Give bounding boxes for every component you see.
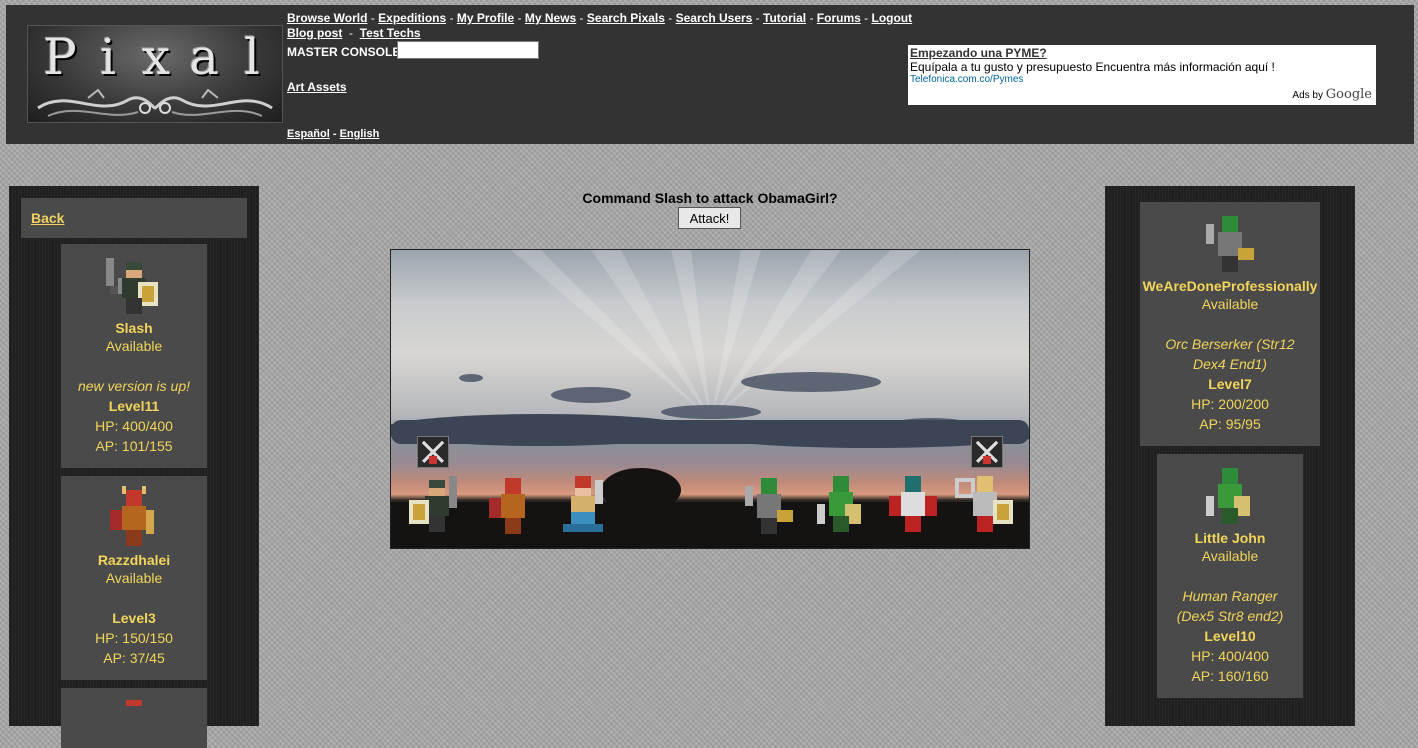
- pixal-ap: AP: 95/95: [1199, 416, 1261, 432]
- pixal-name[interactable]: Razzdhalei: [61, 552, 207, 568]
- pixal-name[interactable]: WeAreDoneProfessionally: [1140, 278, 1320, 294]
- pixal-card-partial[interactable]: [61, 688, 207, 748]
- site-header: Pixal Browse World - Expeditions - My Pr…: [6, 5, 1414, 144]
- pixal-note: Orc Berserker (Str12 Dex4 End1): [1165, 336, 1295, 372]
- nav-test-techs[interactable]: Test Techs: [360, 26, 421, 40]
- ads-by-google[interactable]: Ads by Google: [1292, 87, 1372, 102]
- pixal-card-razzdhalei[interactable]: Razzdhalei Available Level3 HP: 150/150 …: [61, 476, 207, 680]
- human-ranger-sprite-icon: [1206, 468, 1250, 524]
- shield-bearer-fighter-icon[interactable]: [953, 472, 1017, 536]
- pixal-card-wearedoneprofessionally[interactable]: WeAreDoneProfessionally Available Orc Be…: [1140, 202, 1320, 446]
- attack-prompt: Command Slash to attack ObamaGirl?: [582, 190, 838, 206]
- pixal-note: Human Ranger (Dex5 Str8 end2): [1176, 588, 1284, 624]
- art-assets-link[interactable]: Art Assets: [287, 80, 347, 94]
- secondary-nav: Blog post - Test Techs: [287, 26, 421, 40]
- lang-espanol-link[interactable]: Español: [287, 128, 330, 140]
- google-ad-banner[interactable]: Empezando una PYME? Equípala a tu gusto …: [908, 45, 1376, 105]
- mermaid-fighter-icon[interactable]: [551, 472, 615, 536]
- nav-my-profile[interactable]: My Profile: [457, 11, 514, 25]
- pixal-name[interactable]: Little John: [1157, 530, 1303, 546]
- pixal-level: Level11: [108, 398, 160, 414]
- pixal-name[interactable]: Slash: [61, 320, 207, 336]
- demon-fighter-icon[interactable]: [481, 474, 545, 538]
- lang-separator: -: [332, 128, 337, 140]
- pixal-status: Available: [105, 338, 163, 354]
- knight-fighter-icon[interactable]: [405, 472, 469, 536]
- pixal-logo[interactable]: Pixal: [27, 25, 283, 123]
- nav-search-users[interactable]: Search Users: [676, 11, 753, 25]
- ad-title[interactable]: Empezando una PYME?: [910, 46, 1047, 60]
- attack-button[interactable]: Attack!: [678, 207, 741, 229]
- back-box: Back: [21, 198, 247, 238]
- orc-berserker-sprite-icon: [1206, 216, 1254, 272]
- back-link[interactable]: Back: [31, 210, 64, 226]
- nav-search-pixals[interactable]: Search Pixals: [587, 11, 665, 25]
- nav-tutorial[interactable]: Tutorial: [763, 11, 806, 25]
- crossed-swords-icon[interactable]: [417, 436, 449, 468]
- ranger-fighter-icon[interactable]: [809, 472, 873, 536]
- nav-blog-post[interactable]: Blog post: [287, 26, 342, 40]
- pixal-hp: HP: 400/400: [95, 418, 173, 434]
- battle-arena: [390, 249, 1030, 549]
- main-nav: Browse World - Expeditions - My Profile …: [287, 11, 913, 25]
- pixal-level: Level10: [1204, 628, 1256, 644]
- nav-my-news[interactable]: My News: [525, 11, 576, 25]
- ad-url[interactable]: Telefonica.com.co/Pymes: [910, 74, 1023, 85]
- nav-logout[interactable]: Logout: [871, 11, 912, 25]
- pixal-card-slash[interactable]: Slash Available new version is up! Level…: [61, 244, 207, 468]
- pixal-ap: AP: 160/160: [1191, 668, 1269, 684]
- pixal-hp: HP: 200/200: [1191, 396, 1269, 412]
- pixal-card-little-john[interactable]: Little John Available Human Ranger (Dex5…: [1157, 454, 1303, 698]
- enemy-team-panel: WeAreDoneProfessionally Available Orc Be…: [1105, 186, 1355, 726]
- crossed-swords-icon[interactable]: [971, 436, 1003, 468]
- language-switcher: Español - English: [287, 128, 379, 140]
- pixal-ap: AP: 37/45: [103, 650, 165, 666]
- master-console-label: MASTER CONSOLE:: [287, 45, 405, 59]
- pixal-status: Available: [1201, 296, 1259, 312]
- red-warrior-fighter-icon[interactable]: [881, 472, 945, 536]
- pixal-note: new version is up!: [77, 378, 191, 394]
- nav-expeditions[interactable]: Expeditions: [378, 11, 446, 25]
- orc-berserker-fighter-icon[interactable]: [737, 474, 801, 538]
- partial-sprite-icon: [126, 700, 142, 706]
- nav-browse-world[interactable]: Browse World: [287, 11, 367, 25]
- ads-by-label: Ads by: [1292, 90, 1323, 101]
- ad-body: Equípala a tu gusto y presupuesto Encuen…: [910, 60, 1275, 74]
- pixal-status: Available: [105, 570, 163, 586]
- dragon-emblem-icon: [37, 88, 273, 117]
- pixal-hp: HP: 400/400: [1191, 648, 1269, 664]
- pixal-level: Level3: [112, 610, 156, 626]
- lang-english-link[interactable]: English: [340, 128, 380, 140]
- knight-sprite-icon: [106, 258, 158, 314]
- demon-warrior-sprite-icon: [110, 486, 154, 546]
- master-console-input[interactable]: [397, 41, 539, 59]
- nav-forums[interactable]: Forums: [817, 11, 861, 25]
- pixal-level: Level7: [1208, 376, 1252, 392]
- player-team-panel: Back Slash Available new version is up! …: [9, 186, 259, 748]
- pixal-ap: AP: 101/155: [95, 438, 173, 454]
- google-logo: Google: [1325, 87, 1372, 102]
- pixal-status: Available: [1201, 548, 1259, 564]
- pixal-hp: HP: 150/150: [95, 630, 173, 646]
